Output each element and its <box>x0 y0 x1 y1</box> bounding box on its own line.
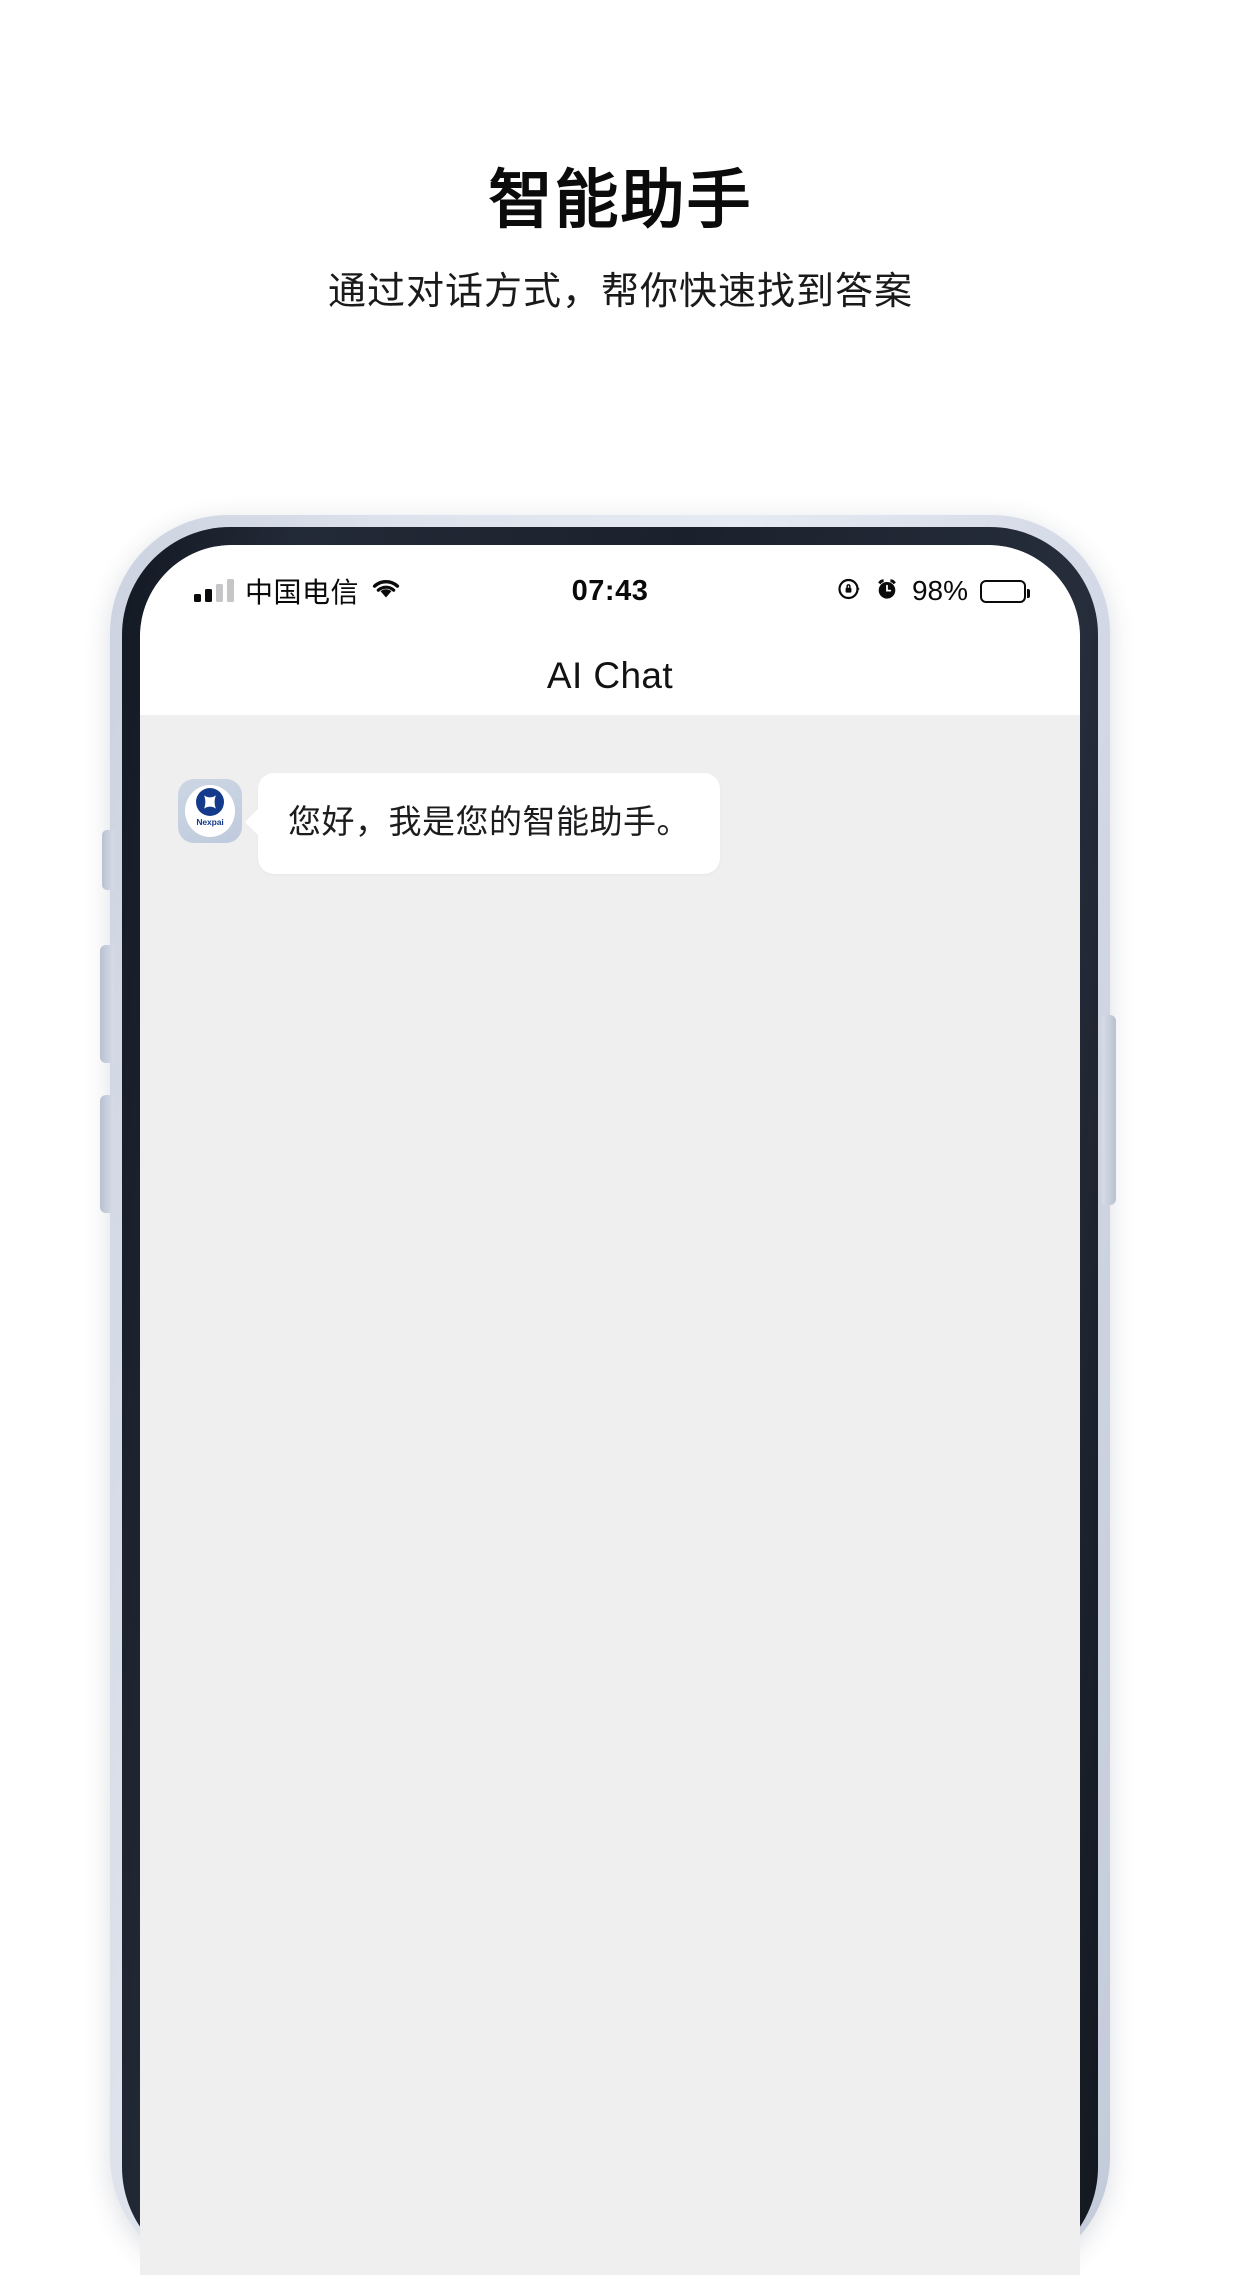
volume-up-button[interactable] <box>100 945 114 1063</box>
silent-switch[interactable] <box>102 830 114 890</box>
battery-percent-label: 98% <box>911 575 968 606</box>
chat-message-assistant: Nexpai 您好，我是您的智能助手。 <box>140 773 1080 874</box>
app-nav-bar: AI Chat <box>140 637 1080 715</box>
power-button[interactable] <box>1102 1015 1116 1205</box>
avatar-brand-label: Nexpai <box>196 817 224 827</box>
page-header: 智能助手 通过对话方式，帮你快速找到答案 <box>0 0 1241 316</box>
chat-bubble-holder: 您好，我是您的智能助手。 <box>245 773 720 874</box>
phone-mockup: 中国电信 07:43 98% AI Chat Nexpai 您好，我是您的智能助… <box>56 515 1156 2275</box>
chat-bubble-text: 您好，我是您的智能助手。 <box>258 773 720 874</box>
alarm-clock-icon <box>874 576 900 607</box>
wifi-icon <box>370 577 402 606</box>
chat-bubble-tail <box>245 807 260 837</box>
status-bar-right: 98% <box>736 575 1030 607</box>
signal-bars-icon <box>194 579 234 602</box>
battery-full-icon <box>980 579 1030 603</box>
page-subtitle: 通过对话方式，帮你快速找到答案 <box>327 271 913 313</box>
carrier-label: 中国电信 <box>245 577 360 608</box>
page-title: 智能助手 <box>488 164 753 236</box>
nav-bar-title: AI Chat <box>546 655 674 696</box>
status-bar-left: 中国电信 <box>194 571 484 611</box>
avatar: Nexpai <box>178 779 242 843</box>
nexpai-logo-icon: Nexpai <box>185 785 235 837</box>
chat-message-list[interactable]: Nexpai 您好，我是您的智能助手。 <box>140 715 1080 2275</box>
phone-screen: 中国电信 07:43 98% AI Chat Nexpai 您好，我是您的智能助… <box>140 545 1080 2275</box>
status-bar: 中国电信 07:43 98% <box>140 545 1080 637</box>
volume-down-button[interactable] <box>100 1095 114 1213</box>
rotation-lock-icon <box>836 576 862 607</box>
